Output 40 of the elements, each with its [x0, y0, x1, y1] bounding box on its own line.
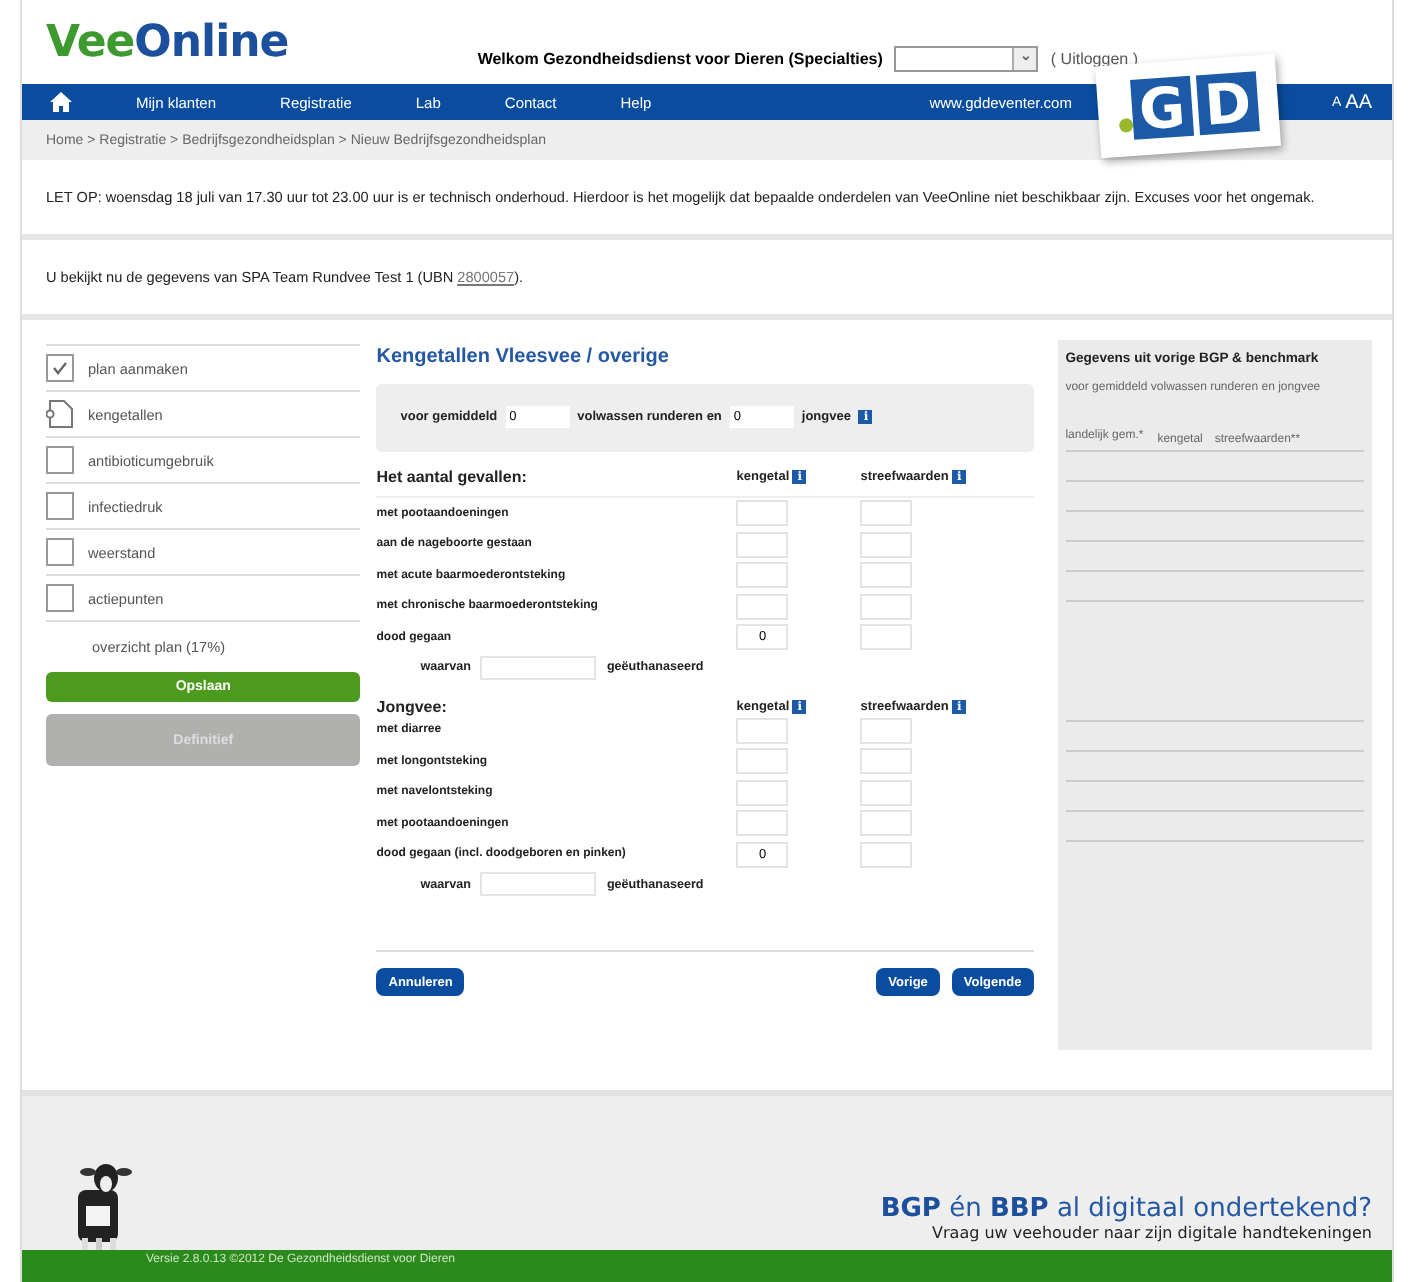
checkbox[interactable] — [46, 446, 74, 474]
checkbox[interactable] — [46, 492, 74, 520]
input-field[interactable] — [736, 562, 789, 589]
input-field[interactable] — [480, 872, 597, 896]
checked-checkbox[interactable] — [46, 354, 74, 382]
subline: Vraag uw veehouder naar zijn digitale handtekeningen — [930, 1224, 1372, 1242]
input-field[interactable] — [860, 841, 913, 868]
document-icon — [46, 400, 74, 428]
checkbox[interactable] — [46, 538, 74, 566]
bracket: ( — [1050, 50, 1059, 68]
input-field[interactable] — [860, 562, 913, 589]
home-icon[interactable] — [50, 92, 72, 112]
input-field[interactable] — [860, 593, 913, 620]
section-title: Jongvee: — [376, 697, 449, 715]
input-field[interactable] — [736, 810, 789, 837]
font-size-large[interactable]: AA — [1345, 91, 1372, 113]
input-field[interactable] — [736, 531, 789, 558]
section-title: Het aantal gevallen: — [376, 468, 529, 486]
input-field[interactable] — [736, 748, 789, 775]
form-title: Kengetallen Vleesvee / overige — [376, 346, 671, 368]
checkbox[interactable] — [46, 584, 74, 612]
input-field[interactable] — [480, 655, 597, 679]
input-field[interactable] — [860, 624, 913, 651]
input-field[interactable] — [860, 810, 913, 837]
dot-icon — [1118, 117, 1134, 133]
logo-letter: D — [1195, 71, 1260, 136]
input-field[interactable] — [860, 717, 913, 744]
input-field[interactable] — [860, 531, 913, 558]
input-field[interactable] — [860, 779, 913, 806]
logout-link[interactable]: Uitloggen — [1060, 50, 1129, 68]
input-field[interactable] — [736, 500, 789, 527]
input-field[interactable] — [736, 717, 789, 744]
logo[interactable]: VeeOnline — [46, 18, 289, 68]
input-field[interactable] — [860, 748, 913, 775]
input-field[interactable] — [736, 593, 789, 620]
welcome-text: Welkom Gezondheidsdienst voor Dieren (Specialties) — [477, 50, 883, 68]
logo-letter: G — [1130, 75, 1195, 140]
input-field[interactable] — [860, 500, 913, 527]
headline: BGP én BBP al digitaal ondertekend? — [880, 1194, 1372, 1224]
input-field[interactable] — [736, 779, 789, 806]
